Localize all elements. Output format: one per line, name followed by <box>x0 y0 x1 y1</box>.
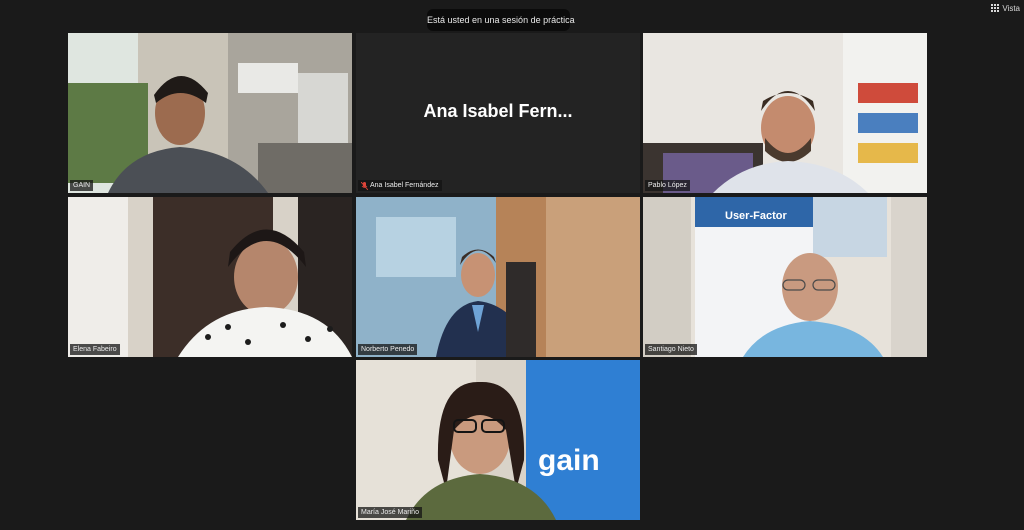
backdrop-logo-text: gain <box>538 444 600 477</box>
participant-video <box>68 33 352 193</box>
participant-name-label: GAIN <box>70 180 94 191</box>
banner-title: User-Factor <box>725 210 787 222</box>
video-tile-elena-fabeiro[interactable]: Elena Fabeiro <box>68 197 352 357</box>
grid-icon <box>991 4 1000 12</box>
video-tile-ana-isabel[interactable]: Ana Isabel Fern... Ana Isabel Fernández <box>356 33 640 193</box>
video-tile-pablo-lopez[interactable]: Pablo López <box>643 33 927 193</box>
video-tile-santiago-nieto[interactable]: User-Factor Santiago Nieto <box>643 197 927 357</box>
participant-name-label: Norberto Penedo <box>358 344 418 355</box>
participant-name-label: María José Mariño <box>358 507 422 518</box>
participant-name-label: Ana Isabel Fernández <box>358 180 442 191</box>
participant-video <box>356 197 640 357</box>
mic-muted-icon <box>360 181 369 190</box>
view-button-label: Vista <box>1002 3 1020 13</box>
participant-name-label: Pablo López <box>645 180 690 191</box>
view-button[interactable]: Vista <box>991 2 1020 14</box>
participant-name-label: Santiago Nieto <box>645 344 697 355</box>
participant-display-name: Ana Isabel Fern... <box>423 101 573 121</box>
participant-video <box>356 360 640 520</box>
meeting-window: Está usted en una sesión de práctica Vis… <box>0 0 1024 530</box>
video-tile-maria-jose-marino[interactable]: gain María José Mariño <box>356 360 640 520</box>
practice-session-banner: Está usted en una sesión de práctica <box>427 9 575 31</box>
video-tile-gain[interactable]: GAIN <box>68 33 352 193</box>
participant-name-label: Elena Fabeiro <box>70 344 120 355</box>
participant-video <box>643 33 927 193</box>
video-tile-norberto-penedo[interactable]: Norberto Penedo <box>356 197 640 357</box>
participant-video <box>68 197 352 357</box>
